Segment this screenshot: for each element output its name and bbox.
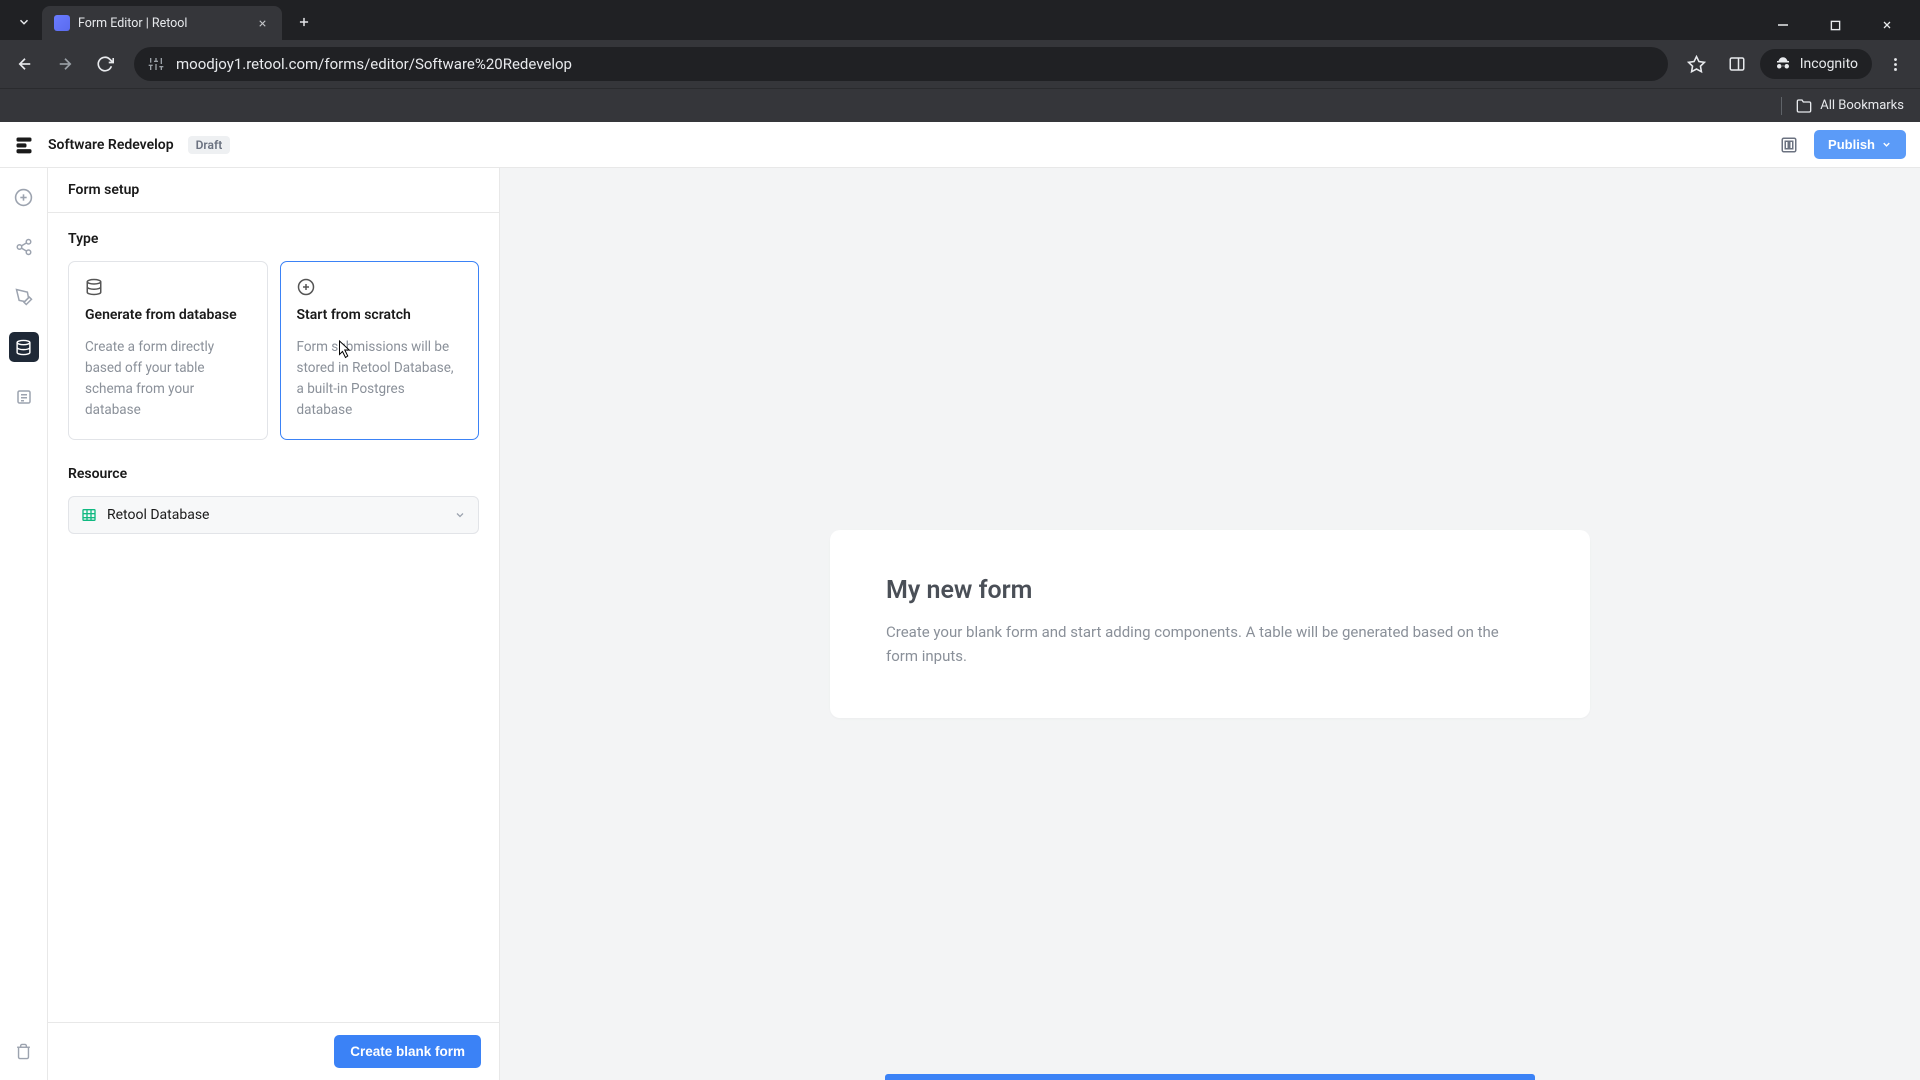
incognito-chip[interactable]: Incognito bbox=[1760, 49, 1872, 79]
type-section-label: Type bbox=[68, 231, 479, 247]
card-desc: Create a form directly based off your ta… bbox=[85, 337, 251, 421]
status-badge: Draft bbox=[188, 136, 231, 154]
form-canvas: My new form Create your blank form and s… bbox=[500, 168, 1920, 1080]
responses-button[interactable] bbox=[1774, 130, 1804, 160]
type-card-start-from-scratch[interactable]: Start from scratch Form submissions will… bbox=[280, 261, 480, 440]
rail-theme-button[interactable] bbox=[9, 282, 39, 312]
card-desc: Form submissions will be stored in Retoo… bbox=[297, 337, 463, 421]
nav-forward-button[interactable] bbox=[48, 47, 82, 81]
rail-delete-button[interactable] bbox=[9, 1036, 39, 1066]
chevron-down-icon bbox=[1881, 139, 1892, 150]
url-text: moodjoy1.retool.com/forms/editor/Softwar… bbox=[176, 55, 572, 73]
rail-data-button[interactable] bbox=[9, 332, 39, 362]
tab-close-button[interactable] bbox=[254, 15, 270, 31]
publish-button[interactable]: Publish bbox=[1814, 130, 1906, 159]
resource-select[interactable]: Retool Database bbox=[68, 496, 479, 534]
form-preview-desc: Create your blank form and start adding … bbox=[886, 621, 1534, 668]
type-card-generate-from-database[interactable]: Generate from database Create a form dir… bbox=[68, 261, 268, 440]
app-header: Software Redevelop Draft Publish bbox=[0, 122, 1920, 168]
window-maximize-button[interactable] bbox=[1820, 10, 1850, 40]
incognito-icon bbox=[1774, 55, 1792, 73]
window-close-button[interactable] bbox=[1872, 10, 1902, 40]
address-bar[interactable]: moodjoy1.retool.com/forms/editor/Softwar… bbox=[134, 47, 1668, 81]
retool-logo-icon[interactable] bbox=[14, 135, 34, 155]
panel-title: Form setup bbox=[48, 168, 499, 213]
app-title: Software Redevelop bbox=[48, 137, 174, 153]
bottom-accent-bar bbox=[885, 1074, 1535, 1080]
nav-back-button[interactable] bbox=[8, 47, 42, 81]
table-icon bbox=[81, 507, 97, 523]
favicon-icon bbox=[54, 15, 70, 31]
window-minimize-button[interactable] bbox=[1768, 10, 1798, 40]
bookmark-star-button[interactable] bbox=[1680, 47, 1714, 81]
form-preview-title: My new form bbox=[886, 576, 1534, 605]
all-bookmarks-button[interactable]: All Bookmarks bbox=[1796, 98, 1904, 114]
plus-circle-icon bbox=[297, 278, 463, 296]
tab-search-dropdown[interactable] bbox=[10, 8, 38, 36]
side-panel-button[interactable] bbox=[1720, 47, 1754, 81]
browser-menu-button[interactable] bbox=[1878, 47, 1912, 81]
form-preview-card: My new form Create your blank form and s… bbox=[830, 530, 1590, 718]
resource-section-label: Resource bbox=[68, 466, 479, 482]
resource-value: Retool Database bbox=[107, 507, 209, 523]
browser-tab[interactable]: Form Editor | Retool bbox=[42, 6, 282, 40]
card-title: Start from scratch bbox=[297, 306, 463, 325]
rail-share-button[interactable] bbox=[9, 232, 39, 262]
divider bbox=[1781, 97, 1782, 115]
create-blank-form-button[interactable]: Create blank form bbox=[334, 1035, 481, 1068]
publish-label: Publish bbox=[1828, 137, 1875, 152]
rail-add-button[interactable] bbox=[9, 182, 39, 212]
nav-reload-button[interactable] bbox=[88, 47, 122, 81]
incognito-label: Incognito bbox=[1800, 56, 1858, 72]
card-title: Generate from database bbox=[85, 306, 251, 325]
chevron-down-icon bbox=[454, 509, 466, 521]
new-tab-button[interactable] bbox=[290, 8, 318, 36]
left-rail bbox=[0, 168, 48, 1080]
all-bookmarks-label: All Bookmarks bbox=[1820, 98, 1904, 113]
folder-icon bbox=[1796, 98, 1812, 114]
rail-actions-button[interactable] bbox=[9, 382, 39, 412]
site-settings-icon[interactable] bbox=[148, 56, 164, 72]
tab-title: Form Editor | Retool bbox=[78, 16, 246, 31]
database-icon bbox=[85, 278, 251, 296]
